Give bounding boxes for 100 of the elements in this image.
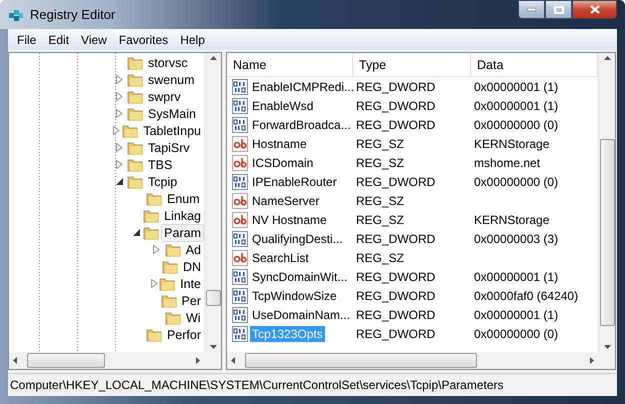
value-type: REG_SZ xyxy=(355,250,406,264)
folder-icon xyxy=(127,88,143,104)
folder-icon xyxy=(127,174,143,190)
value-type: REG_DWORD xyxy=(355,326,436,340)
value-name[interactable]: EnableICMPRedi... xyxy=(250,78,356,94)
value-type: REG_DWORD xyxy=(355,288,436,302)
value-name[interactable]: NV Hostname xyxy=(250,212,329,228)
vertical-scrollbar[interactable] xyxy=(204,53,221,352)
scroll-thumb[interactable] xyxy=(27,353,105,368)
value-type: REG_DWORD xyxy=(355,118,436,132)
tree-node[interactable]: TabletInpu xyxy=(140,122,204,140)
value-name[interactable]: NameServer xyxy=(250,192,322,208)
folder-icon xyxy=(146,326,162,342)
value-name[interactable]: TcpWindowSize xyxy=(250,288,339,304)
tree-node[interactable]: Param xyxy=(161,224,204,242)
tree-node[interactable]: Ad xyxy=(182,240,204,258)
folder-icon xyxy=(127,140,143,156)
minimize-icon xyxy=(527,8,536,11)
registry-path: Computer\HKEY_LOCAL_MACHINE\SYSTEM\CurrentControlSet\services\Tcpip\Parameters xyxy=(10,378,504,392)
tree-node[interactable]: Inte xyxy=(177,274,204,292)
value-data: KERNStorage xyxy=(473,212,550,226)
folder-icon xyxy=(122,122,138,138)
tree-node[interactable]: Per xyxy=(178,292,204,310)
value-name[interactable]: QualifyingDesti... xyxy=(250,230,345,246)
string-value-icon xyxy=(232,136,248,152)
expand-arrow-icon[interactable] xyxy=(150,279,158,288)
tree-node[interactable]: storvsc xyxy=(145,54,191,72)
horizontal-scrollbar[interactable] xyxy=(9,352,204,369)
tree-node[interactable]: Tcpip xyxy=(145,172,180,190)
minimize-button[interactable] xyxy=(518,0,545,19)
value-name[interactable]: EnableWsd xyxy=(250,98,316,114)
value-name[interactable]: IPEnableRouter xyxy=(250,174,339,190)
tree-node[interactable]: swprv xyxy=(145,88,184,106)
horizontal-scrollbar[interactable] xyxy=(227,352,598,369)
menu-item[interactable]: View xyxy=(75,32,113,46)
scroll-up-icon[interactable] xyxy=(604,56,610,60)
vertical-scrollbar[interactable] xyxy=(598,53,615,352)
value-data: 0x00000003 (3) xyxy=(473,232,560,246)
folder-icon xyxy=(146,190,162,206)
value-type: REG_DWORD xyxy=(355,308,436,322)
collapse-arrow-icon[interactable] xyxy=(116,178,122,185)
folder-icon xyxy=(159,276,176,292)
tree-node[interactable]: Enum xyxy=(164,190,203,208)
tree-node[interactable]: DN xyxy=(180,258,204,276)
tree-node[interactable]: SysMain xyxy=(145,104,199,122)
column-header[interactable]: Type xyxy=(353,53,471,76)
tree-node[interactable]: TapiSrv xyxy=(145,138,193,156)
value-type: REG_DWORD xyxy=(355,174,436,188)
scroll-right-icon[interactable] xyxy=(196,357,200,364)
folder-icon xyxy=(143,208,160,224)
tree-node[interactable]: swenum xyxy=(145,70,198,88)
scroll-right-icon[interactable] xyxy=(590,357,594,364)
binary-value-icon xyxy=(232,288,248,304)
folder-icon xyxy=(165,310,181,326)
string-value-icon xyxy=(232,154,248,170)
menu-item[interactable]: File xyxy=(11,32,42,46)
binary-value-icon xyxy=(232,174,248,190)
menu-item[interactable]: Edit xyxy=(42,32,76,46)
scroll-thumb[interactable] xyxy=(245,353,477,368)
value-name[interactable]: Hostname xyxy=(250,136,309,152)
tree-node[interactable]: Wi xyxy=(183,308,204,326)
folder-icon xyxy=(162,258,178,274)
value-name[interactable]: UseDomainNam... xyxy=(250,306,352,322)
value-type: REG_SZ xyxy=(355,212,406,226)
value-data: KERNStorage xyxy=(473,136,550,150)
scroll-down-icon[interactable] xyxy=(210,345,216,349)
binary-value-icon xyxy=(232,116,248,132)
expand-arrow-icon[interactable] xyxy=(153,245,160,254)
folder-icon xyxy=(127,106,143,122)
scroll-thumb[interactable] xyxy=(206,290,220,306)
menu-item[interactable]: Help xyxy=(174,32,211,46)
scroll-up-icon[interactable] xyxy=(210,56,216,60)
close-icon xyxy=(590,5,600,14)
value-type: REG_SZ xyxy=(355,136,406,150)
maximize-button[interactable] xyxy=(545,0,572,19)
value-data: 0x00000001 (1) xyxy=(473,308,560,322)
value-name[interactable]: ICSDomain xyxy=(250,154,316,170)
collapse-arrow-icon[interactable] xyxy=(133,229,140,236)
value-name[interactable]: SearchList xyxy=(250,250,311,266)
value-name[interactable]: SyncDomainWit... xyxy=(250,268,350,284)
folder-icon xyxy=(127,156,143,172)
menu-item[interactable]: Favorites xyxy=(112,32,174,46)
value-data: 0x0000faf0 (64240) xyxy=(473,288,580,302)
scroll-thumb[interactable] xyxy=(600,139,614,326)
close-button[interactable] xyxy=(572,0,617,19)
value-data: 0x00000000 (0) xyxy=(473,326,560,340)
scroll-down-icon[interactable] xyxy=(604,345,610,349)
binary-value-icon xyxy=(232,326,248,342)
scroll-left-icon[interactable] xyxy=(231,357,235,364)
value-data: 0x00000000 (0) xyxy=(473,118,560,132)
binary-value-icon xyxy=(232,230,248,246)
folder-icon xyxy=(127,54,143,70)
tree-node[interactable]: TBS xyxy=(145,156,176,174)
tree-node[interactable]: Linkag xyxy=(161,206,204,224)
binary-value-icon xyxy=(232,268,248,284)
value-data: 0x00000001 (1) xyxy=(473,80,560,94)
value-name[interactable]: ForwardBroadca... xyxy=(250,116,353,132)
column-header[interactable]: Name xyxy=(227,53,353,76)
scroll-left-icon[interactable] xyxy=(13,357,17,364)
tree-node[interactable]: Perfor xyxy=(164,326,204,344)
